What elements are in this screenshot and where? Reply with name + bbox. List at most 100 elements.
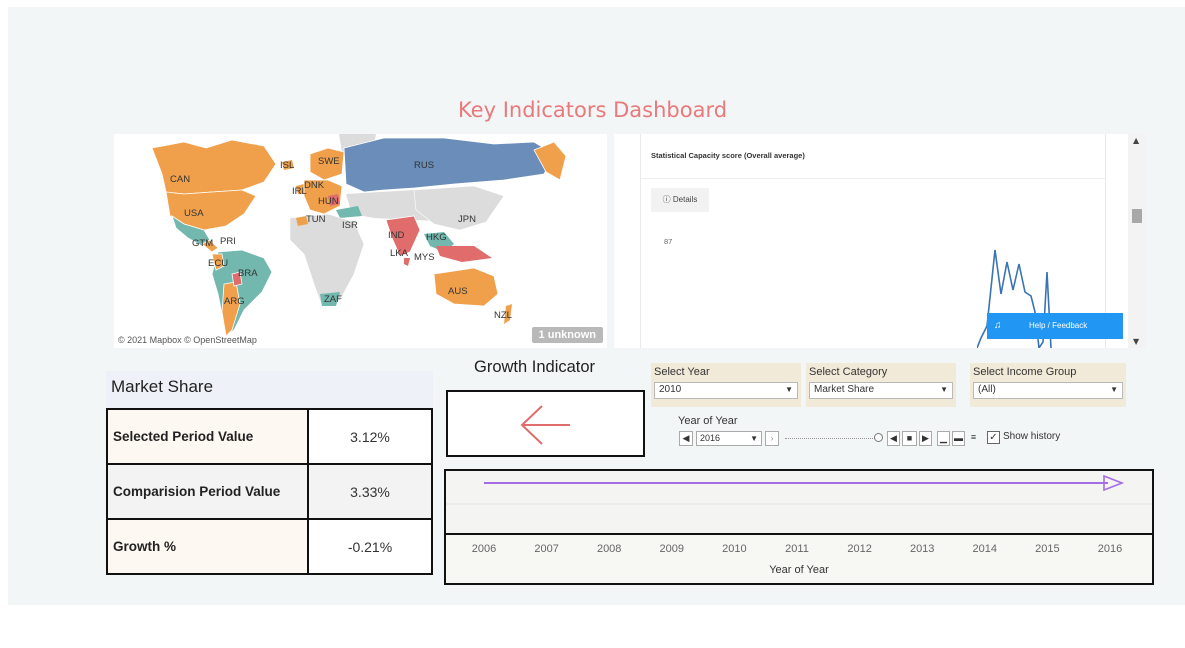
year-slider-track[interactable]	[785, 438, 877, 439]
dashboard-title: Key Indicators Dashboard	[457, 98, 728, 122]
filter-select-category: Select Category Market Share ▼	[806, 363, 956, 407]
year-slider-label: Year of Year	[678, 415, 738, 427]
details-button[interactable]: ⓘ Details	[651, 188, 709, 212]
chevron-down-icon[interactable]: ▼	[940, 385, 948, 394]
map-label-swe: SWE	[318, 156, 340, 167]
speed-fast-button[interactable]: ≡	[967, 431, 980, 446]
chevron-down-icon[interactable]: ▼	[750, 432, 758, 445]
selected-period-label: Selected Period Value	[106, 408, 309, 465]
map-label-ecu: ECU	[208, 258, 228, 269]
map-label-isr: ISR	[342, 220, 358, 231]
chevron-down-icon[interactable]: ▼	[1110, 385, 1118, 394]
details-label: Details	[672, 195, 698, 204]
help-feedback-label: Help / Feedback	[1029, 321, 1088, 330]
speed-medium-button[interactable]: ▬	[952, 431, 965, 446]
filter-select-income-group: Select Income Group (All) ▼	[970, 363, 1126, 407]
country-can[interactable]	[151, 139, 277, 195]
info-icon: ⓘ	[662, 195, 671, 204]
select-category-dropdown[interactable]: Market Share ▼	[809, 382, 953, 399]
timeline-svg	[446, 474, 1152, 505]
next-year-button[interactable]: ›	[765, 431, 779, 446]
play-button[interactable]: ▶	[919, 431, 932, 446]
map-label-rus: RUS	[414, 160, 434, 171]
select-income-group-label: Select Income Group	[973, 366, 1077, 378]
select-income-group-value: (All)	[978, 384, 996, 395]
help-feedback-button[interactable]: ♫ Help / Feedback	[987, 313, 1123, 339]
timeline-chart[interactable]: 2006 2007 2008 2009 2010 2011 2012 2013 2014 2015…	[444, 469, 1154, 585]
timeline-axis-ticks: 2006 2007 2008 2009 2010 2011 2012 2013 2014 2015…	[446, 543, 1152, 557]
country-isr[interactable]	[336, 206, 362, 218]
country-arg[interactable]	[221, 281, 241, 337]
map-label-gtm: GTM	[192, 238, 213, 249]
map-label-lka: LKA	[390, 248, 409, 259]
timeline-tick-label: 2012	[847, 543, 872, 555]
growth-indicator-box	[446, 390, 645, 457]
panel-scrollbar[interactable]: ▲ ▼	[1128, 134, 1146, 348]
map-label-isl: ISL	[280, 160, 294, 171]
timeline-tick-label: 2008	[596, 543, 622, 555]
year-slider-knob[interactable]	[874, 433, 883, 442]
map-canvas[interactable]: CAN USA ISL SWE RUS IRL DNK HUN TUN ISR …	[114, 134, 607, 348]
country-idn[interactable]	[436, 246, 492, 262]
map-label-hun: HUN	[318, 196, 339, 207]
growth-value: -0.21%	[307, 518, 433, 575]
year-value: 2016	[700, 433, 721, 443]
country-rus[interactable]	[343, 137, 555, 193]
show-history-checkbox[interactable]: ✓	[987, 431, 1000, 444]
timeline-tick-label: 2014	[972, 543, 998, 555]
embedded-web-panel[interactable]: Statistical Capacity score (Overall aver…	[614, 134, 1146, 348]
timeline-tick-label: 2015	[1035, 543, 1060, 555]
select-income-group-dropdown[interactable]: (All) ▼	[973, 382, 1123, 399]
select-category-value: Market Share	[814, 384, 875, 395]
panel-title: Statistical Capacity score (Overall aver…	[651, 151, 805, 160]
comparision-period-label: Comparision Period Value	[106, 463, 309, 520]
speed-slow-button[interactable]: ▁	[937, 431, 950, 446]
map-credit: © 2021 Mapbox © OpenStreetMap	[118, 335, 257, 345]
timeline-tick-label: 2009	[659, 543, 685, 555]
timeline-tick-label: 2010	[722, 543, 747, 555]
map-label-bra: BRA	[238, 268, 258, 279]
scroll-thumb[interactable]	[1132, 209, 1142, 223]
year-slider-row: ◀ 2016 ▼ › ◀ ■ ▶ ▁ ▬ ≡ ✓ Show history	[679, 431, 1099, 447]
map-label-jpn: JPN	[458, 214, 476, 225]
comparision-period-value: 3.33%	[307, 463, 433, 520]
selected-period-value: 3.12%	[307, 408, 433, 465]
table-row: Growth % -0.21%	[106, 518, 433, 575]
market-share-table: Selected Period Value 3.12% Comparision …	[106, 408, 433, 575]
year-dropdown[interactable]: 2016 ▼	[696, 431, 762, 446]
map-label-aus: AUS	[448, 286, 468, 297]
unknown-badge[interactable]: 1 unknown	[531, 327, 603, 343]
y-axis-value: 87	[664, 237, 673, 246]
select-year-dropdown[interactable]: 2010 ▼	[654, 382, 798, 399]
select-year-value: 2010	[659, 384, 682, 395]
map-label-nzl: NZL	[494, 310, 512, 321]
prev-year-button[interactable]: ◀	[679, 431, 693, 446]
map-label-pri: PRI	[220, 236, 236, 247]
timeline-axis-label: Year of Year	[769, 564, 829, 576]
timeline-tick-label: 2007	[534, 543, 559, 555]
market-share-header: Market Share	[106, 371, 433, 408]
country-lka[interactable]	[404, 258, 410, 266]
chevron-down-icon[interactable]: ▼	[785, 385, 793, 394]
table-row: Comparision Period Value 3.33%	[106, 463, 433, 520]
scroll-down-icon[interactable]: ▼	[1133, 337, 1139, 346]
stop-button[interactable]: ■	[902, 431, 917, 446]
timeline-tick-label: 2016	[1097, 543, 1123, 555]
map-label-can: CAN	[170, 174, 190, 185]
map-label-dnk: DNK	[304, 180, 325, 191]
world-map[interactable]: CAN USA ISL SWE RUS IRL DNK HUN TUN ISR …	[114, 134, 607, 348]
growth-label: Growth %	[106, 518, 309, 575]
map-label-hkg: HKG	[426, 232, 447, 243]
show-history-label: Show history	[1003, 431, 1061, 442]
map-label-tun: TUN	[306, 214, 326, 225]
timeline-plot-area	[446, 471, 1152, 535]
left-arrow-icon	[520, 405, 570, 445]
step-back-button[interactable]: ◀	[887, 431, 900, 446]
filter-select-year: Select Year 2010 ▼	[651, 363, 801, 407]
map-label-zaf: ZAF	[324, 294, 342, 305]
select-category-label: Select Category	[809, 366, 888, 378]
timeline-tick-label: 2006	[471, 543, 497, 555]
scroll-up-icon[interactable]: ▲	[1133, 136, 1139, 145]
panel-divider	[641, 178, 1105, 179]
web-panel-content: Statistical Capacity score (Overall aver…	[640, 134, 1123, 348]
